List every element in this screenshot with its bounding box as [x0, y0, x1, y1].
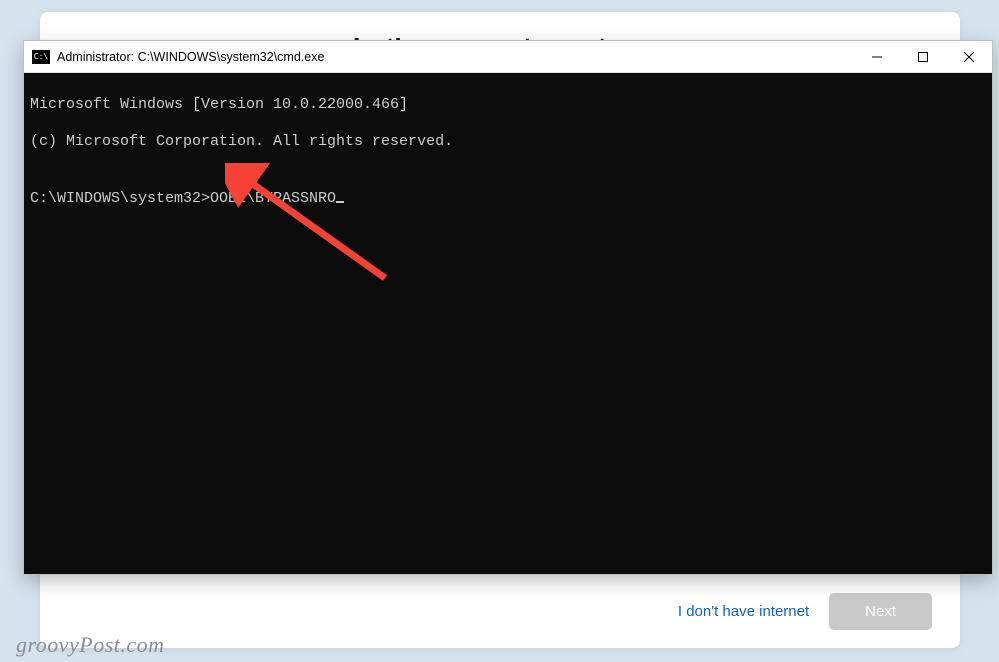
cmd-cursor	[336, 201, 344, 203]
cmd-line-prompt: C:\WINDOWS\system32>OOBE\BYPASSNRO	[30, 190, 986, 209]
cmd-prompt: C:\WINDOWS\system32>	[30, 190, 210, 207]
cmd-icon: C:\	[32, 50, 50, 64]
watermark: groovyPost.com	[16, 632, 165, 658]
oobe-footer: I don't have internet Next	[678, 593, 932, 630]
maximize-icon	[918, 52, 928, 62]
cmd-body[interactable]: Microsoft Windows [Version 10.0.22000.46…	[24, 73, 992, 574]
cmd-titlebar[interactable]: C:\ Administrator: C:\WINDOWS\system32\c…	[24, 41, 992, 73]
minimize-icon	[872, 52, 882, 62]
cmd-title: Administrator: C:\WINDOWS\system32\cmd.e…	[57, 50, 324, 64]
cmd-command: OOBE\BYPASSNRO	[210, 190, 336, 207]
no-internet-link[interactable]: I don't have internet	[678, 603, 809, 620]
close-icon	[964, 52, 974, 62]
next-button[interactable]: Next	[829, 593, 932, 630]
maximize-button[interactable]	[900, 41, 946, 73]
cmd-line-version: Microsoft Windows [Version 10.0.22000.46…	[30, 96, 986, 115]
minimize-button[interactable]	[854, 41, 900, 73]
close-button[interactable]	[946, 41, 992, 73]
cmd-line-copyright: (c) Microsoft Corporation. All rights re…	[30, 133, 986, 152]
cmd-window: C:\ Administrator: C:\WINDOWS\system32\c…	[23, 40, 993, 575]
